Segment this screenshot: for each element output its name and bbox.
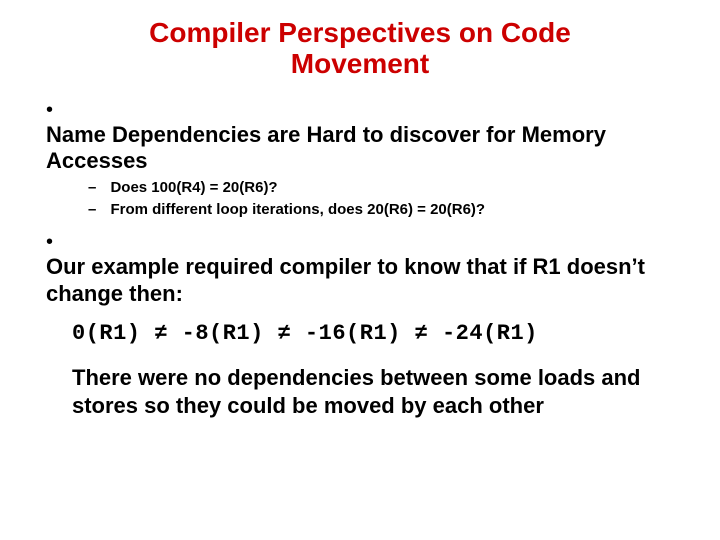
bullet-level1: • Our example required compiler to know … bbox=[46, 230, 692, 307]
closing-paragraph: There were no dependencies between some … bbox=[72, 364, 702, 419]
bullet-text: Our example required compiler to know th… bbox=[46, 254, 666, 307]
bullet-level2: – From different loop iterations, does 2… bbox=[88, 200, 692, 220]
dash-icon: – bbox=[88, 178, 106, 198]
bullet-icon: • bbox=[46, 230, 68, 254]
mono-expression: 0(R1) ≠ -8(R1) ≠ -16(R1) ≠ -24(R1) bbox=[72, 321, 692, 346]
slide-title: Compiler Perspectives on Code Movement bbox=[100, 18, 620, 80]
sub-bullet-text: From different loop iterations, does 20(… bbox=[110, 200, 690, 220]
dash-icon: – bbox=[88, 200, 106, 220]
bullet-text: Name Dependencies are Hard to discover f… bbox=[46, 122, 666, 175]
bullet-level1: • Name Dependencies are Hard to discover… bbox=[46, 98, 692, 175]
sub-bullet-text: Does 100(R4) = 20(R6)? bbox=[110, 178, 690, 198]
slide: Compiler Perspectives on Code Movement •… bbox=[0, 0, 720, 540]
bullet-level2: – Does 100(R4) = 20(R6)? bbox=[88, 178, 692, 198]
bullet-icon: • bbox=[46, 98, 68, 122]
sub-bullet-group: – Does 100(R4) = 20(R6)? – From differen… bbox=[88, 178, 692, 220]
